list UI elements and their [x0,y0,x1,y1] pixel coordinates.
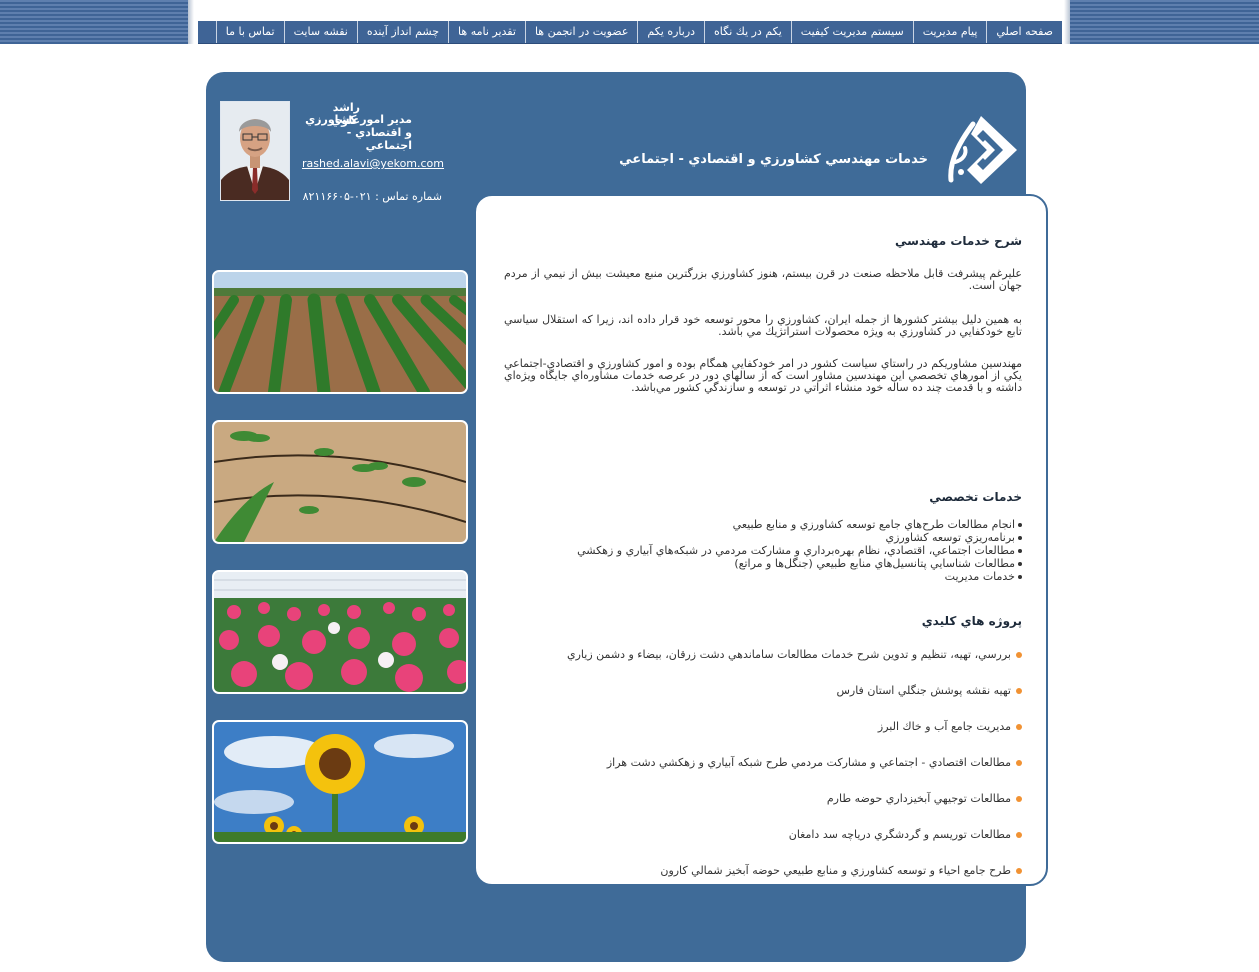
profile-title: مدير امور كشاورزي و اقتصادي - اجتماعي [305,113,412,152]
header-stripes-right [1070,0,1259,44]
list-item: برنامه‌ريزي توسعه كشاورزي [577,531,1022,544]
bullet-icon [1016,796,1022,802]
project-item: تهيه نقشه پوشش جنگلي استان فارس [836,684,1022,697]
header-shadow-left [188,0,194,44]
paragraph: به همين دليل بيشتر كشورها از جمله ايران،… [504,313,1022,338]
page-title: خدمات مهندسي كشاورزي و اقتصادي - اجتماعي [619,152,928,167]
sunflower-photo [212,720,468,844]
project-item: مطالعات توريسم و گردشگري درياچه سد دامغا… [789,828,1022,841]
intro-heading: شرح خدمات مهندسي [895,234,1022,248]
list-item: انجام مطالعات طرح‌هاي جامع توسعه كشاورزي… [577,518,1022,531]
list-item: خدمات مديريت [577,570,1022,583]
list-item: مطالعات شناسايي پتانسيل‌هاي منابع طبيعي … [577,557,1022,570]
project-item: مديريت جامع آب و خاك البرز [878,720,1022,733]
bullet-icon [1016,724,1022,730]
project-item: مطالعات توجيهي آبخيزداري حوضه طارم [827,792,1022,805]
bullet-icon [1016,652,1022,658]
projects-heading: پروژه هاي كليدي [921,614,1022,628]
nav-management-message[interactable]: پيام مديريت [912,21,987,43]
bullet-icon [1016,868,1022,874]
list-item: مطالعات اجتماعي، اقتصادي، نظام بهره‌بردا… [577,544,1022,557]
cyclamen-greenhouse-photo [212,570,468,694]
project-item: بررسي، تهيه، تنظيم و تدوين شرح خدمات مطا… [567,648,1022,661]
contact-phone: شماره تماس : ۰۲۱-۸۲۱۱۶۶۰۵ [302,190,442,203]
email-link[interactable]: rashed.alavi@yekom.com [302,157,444,170]
nav-memberships[interactable]: عضويت در انجمن ها [524,21,637,43]
nav-certificates[interactable]: تقدير نامه ها [448,21,525,43]
nav-about-yekom[interactable]: درباره يكم [637,21,704,43]
banana-seedlings-photo [212,420,468,544]
profile-photo [220,101,290,201]
services-heading: خدمات تخصصي [929,490,1022,504]
header-stripes-left [0,0,188,44]
nav-site-map[interactable]: نقشه سايت [283,21,357,43]
project-item: مطالعات اقتصادي - اجتماعي و مشاركت مردمي… [607,756,1022,769]
yekom-logo [948,116,1017,184]
bullet-icon [1016,688,1022,694]
nav-quality-management[interactable]: سيستم مديريت كيفيت [790,21,913,43]
bullet-icon [1016,760,1022,766]
nav-future-vision[interactable]: چشم انداز آينده [356,21,448,43]
field-rows-photo [212,270,468,394]
project-item: طرح جامع احياء و توسعه كشاورزي و منابع ط… [660,864,1022,877]
content-box: شرح خدمات مهندسي عليرغم پيشرفت قابل ملاح… [474,194,1048,886]
nav-contact[interactable]: تماس با ما [215,21,284,43]
paragraph: مهندسين مشاوريكم در راستاي سياست كشور در… [504,357,1022,394]
bullet-icon [1016,832,1022,838]
top-navigation: صفحه اصلي پيام مديريت سيستم مديريت كيفيت… [198,21,1062,44]
services-list: انجام مطالعات طرح‌هاي جامع توسعه كشاورزي… [577,518,1022,583]
paragraph: عليرغم پيشرفت قابل ملاحظه صنعت در قرن بي… [504,267,1022,292]
nav-home[interactable]: صفحه اصلي [986,21,1062,43]
nav-yekom-at-a-glance[interactable]: يكم در يك نگاه [704,21,791,43]
